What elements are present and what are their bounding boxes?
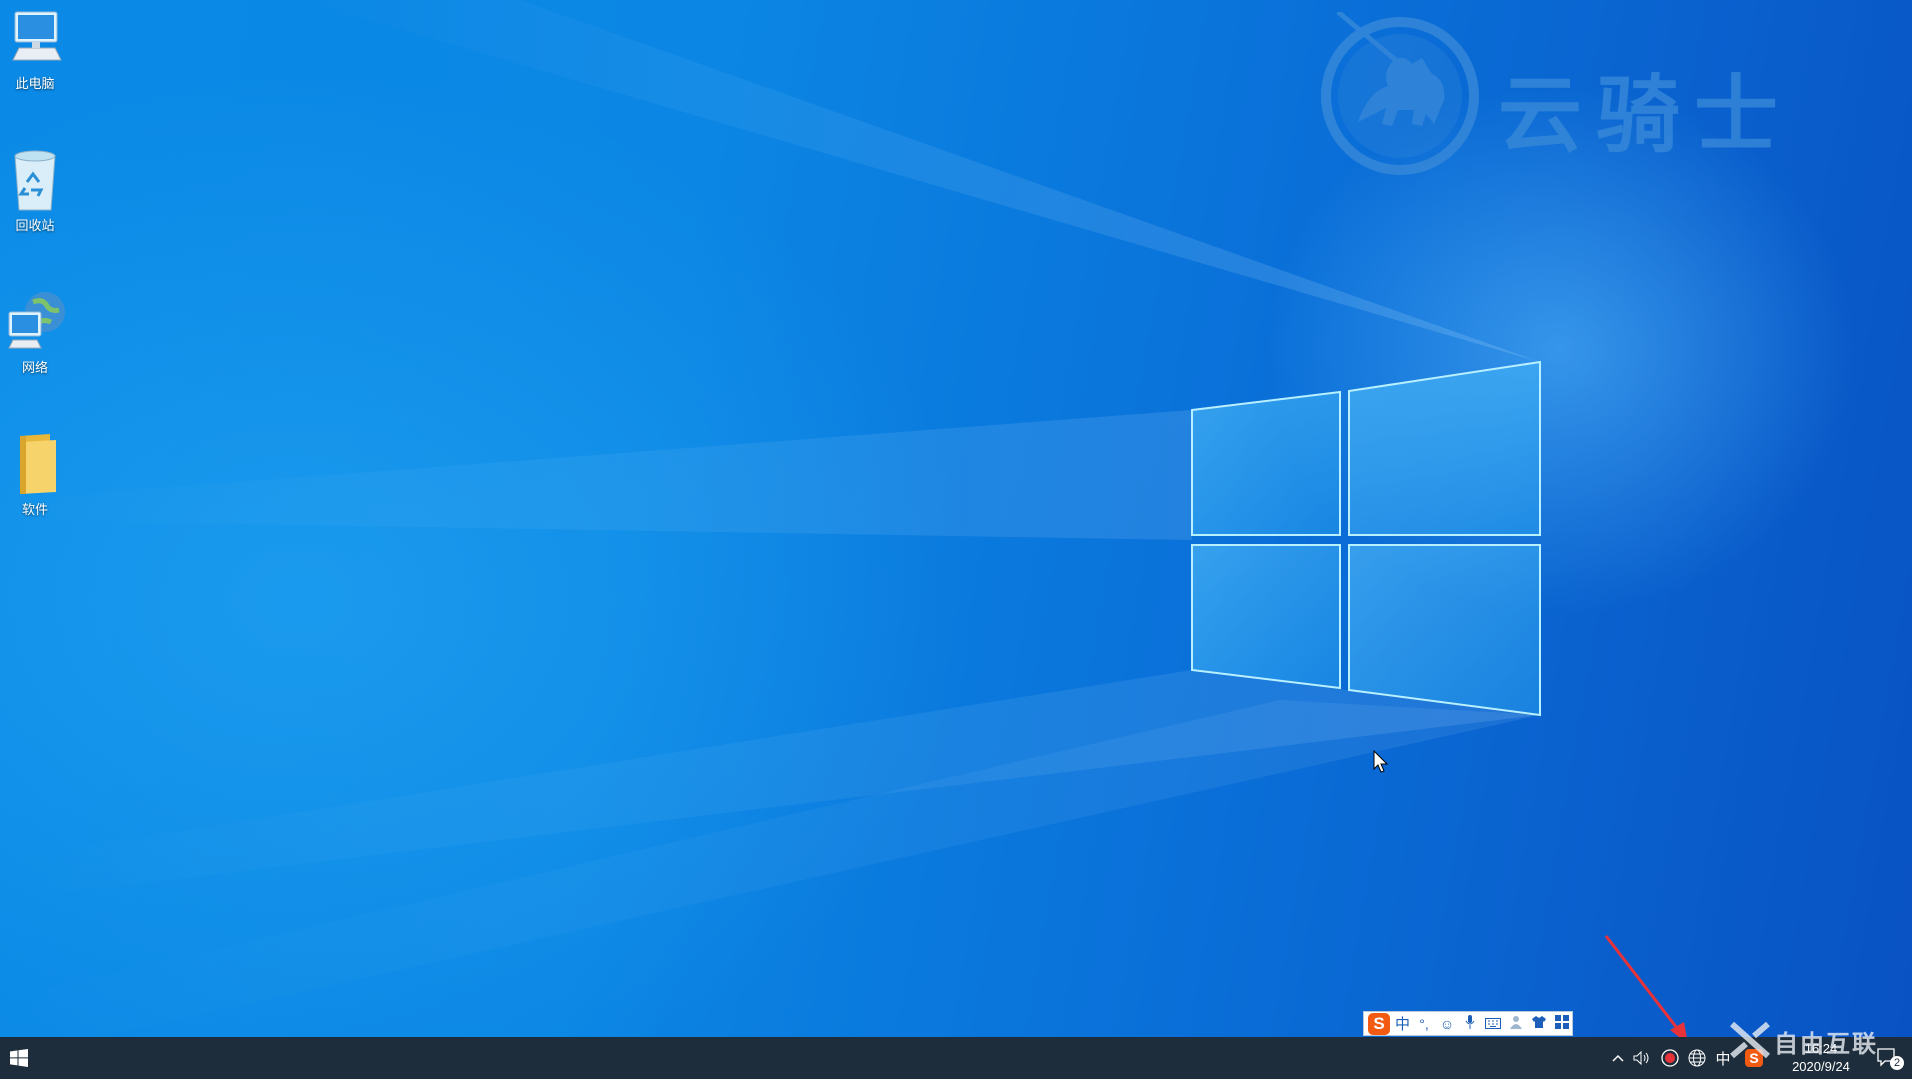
mouse-cursor-icon: [1373, 750, 1389, 773]
x-logo-icon: [1730, 1021, 1770, 1059]
ime-toolbar[interactable]: S 中 °, ☺: [1363, 1011, 1573, 1036]
volume-button[interactable]: [1630, 1037, 1654, 1079]
knight-logo-icon: [1321, 12, 1479, 175]
annotation-arrow: [1604, 935, 1687, 1037]
taskbar: 中 S 16:24 2020/9/24 2: [0, 1037, 1912, 1079]
windows-icon: [10, 1049, 28, 1067]
clock-date: 2020/9/24: [1792, 1059, 1850, 1074]
network-icon: [3, 290, 67, 354]
desktop-icon-label: 网络: [21, 360, 48, 375]
grid-icon[interactable]: [1553, 1015, 1571, 1032]
record-button[interactable]: [1658, 1037, 1682, 1079]
brand-watermark: 云骑士: [1318, 12, 1878, 176]
desktop-background[interactable]: 此电脑 回收站 网络 软件 云骑士 S 中 °, ☺: [0, 0, 1912, 1037]
desktop-icon-label: 回收站: [15, 218, 55, 233]
microphone-icon[interactable]: [1461, 1015, 1479, 1032]
chevron-up-icon: [1612, 1054, 1624, 1062]
show-hidden-icons-button[interactable]: [1605, 1037, 1631, 1079]
globe-icon: [1688, 1049, 1706, 1067]
desktop-icon-network[interactable]: 网络: [0, 290, 70, 376]
network-status-button[interactable]: [1685, 1037, 1709, 1079]
user-icon[interactable]: [1507, 1015, 1525, 1032]
sogou-icon[interactable]: S: [1368, 1012, 1390, 1035]
desktop-icon-this-pc[interactable]: 此电脑: [0, 6, 70, 92]
ime-mode-toggle[interactable]: 中: [1395, 1013, 1410, 1034]
desktop-icon-label: 此电脑: [15, 76, 55, 91]
desktop-icon-recycle-bin[interactable]: 回收站: [0, 148, 70, 234]
computer-icon: [3, 6, 67, 70]
ime-punctuation-toggle[interactable]: °,: [1415, 1016, 1433, 1032]
folder-icon: [3, 432, 67, 496]
watermark-text: 云骑士: [1498, 66, 1793, 164]
skin-icon[interactable]: [1530, 1015, 1548, 1032]
desktop-icon-label: 软件: [21, 502, 48, 517]
wallpaper-windows-logo: [1191, 360, 1541, 717]
start-button[interactable]: [0, 1037, 38, 1079]
recycle-bin-icon: [3, 148, 67, 212]
corner-watermark-text: 自由互联: [1774, 1030, 1878, 1058]
speaker-icon: [1633, 1051, 1649, 1065]
emoji-icon[interactable]: ☺: [1438, 1016, 1456, 1032]
record-icon: [1661, 1049, 1679, 1067]
corner-watermark: 自由互联: [1728, 1020, 1912, 1060]
desktop-icon-software-folder[interactable]: 软件: [0, 432, 70, 518]
keyboard-icon[interactable]: [1484, 1016, 1502, 1032]
